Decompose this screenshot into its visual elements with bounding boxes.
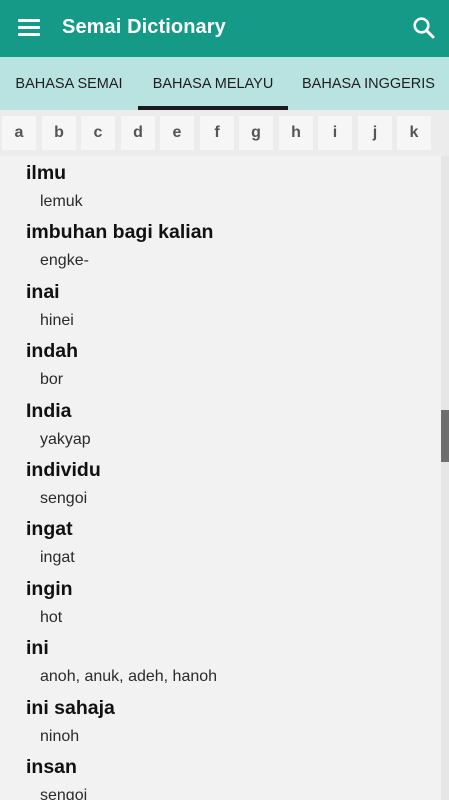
- entry-meaning: ingat: [40, 549, 75, 567]
- scrollbar-thumb[interactable]: [441, 410, 449, 462]
- entry-word: ini: [26, 637, 49, 660]
- entry-word: ingin: [26, 577, 73, 600]
- entry-meaning: sengoi: [40, 490, 88, 507]
- menu-icon[interactable]: [18, 18, 42, 38]
- letter-button-f[interactable]: f: [200, 116, 234, 150]
- app-bar: Semai Dictionary: [0, 0, 449, 57]
- list-item[interactable]: indah bor: [0, 334, 440, 393]
- letter-button-d[interactable]: d: [121, 116, 155, 150]
- entry-meaning: sengoi: [40, 787, 88, 800]
- letter-button-b[interactable]: b: [42, 116, 76, 150]
- menu-icon-line: [18, 26, 40, 29]
- dictionary-entry-list[interactable]: ilmu lemuk imbuhan bagi kalian engke- in…: [0, 156, 449, 800]
- list-item[interactable]: individu sengoi: [0, 453, 440, 512]
- tab-bahasa-inggeris[interactable]: BAHASA INGGERIS: [288, 57, 449, 110]
- letter-button-k[interactable]: k: [397, 116, 431, 150]
- letter-button-e[interactable]: e: [160, 116, 194, 150]
- list-item[interactable]: ingat ingat: [0, 512, 440, 571]
- list-item[interactable]: ilmu lemuk: [0, 156, 440, 215]
- entry-word: inai: [26, 280, 60, 303]
- search-icon[interactable]: [410, 14, 438, 42]
- language-tab-bar: BAHASA SEMAI BAHASA MELAYU BAHASA INGGER…: [0, 57, 449, 110]
- entry-word: imbuhan bagi kalian: [26, 221, 214, 244]
- letter-button-a[interactable]: a: [2, 116, 36, 150]
- list-item[interactable]: ini sahaja ninoh: [0, 691, 440, 750]
- entry-meaning: hot: [40, 608, 63, 626]
- entry-meaning: ninoh: [40, 727, 80, 745]
- letter-button-h[interactable]: h: [279, 116, 313, 150]
- letter-button-g[interactable]: g: [239, 116, 273, 150]
- entry-word: insan: [26, 756, 77, 778]
- menu-icon-line: [18, 19, 40, 22]
- entry-word: ini sahaja: [26, 696, 115, 719]
- entry-word: India: [26, 399, 72, 422]
- entry-meaning: anoh, anuk, adeh, hanoh: [40, 668, 218, 686]
- entry-meaning: hinei: [40, 311, 74, 329]
- entry-meaning: engke-: [40, 252, 89, 270]
- entry-word: ingat: [26, 518, 73, 541]
- scrollbar-track[interactable]: [441, 156, 449, 800]
- tab-bahasa-semai[interactable]: BAHASA SEMAI: [0, 57, 138, 110]
- entry-meaning: lemuk: [40, 193, 83, 210]
- letter-button-c[interactable]: c: [81, 116, 115, 150]
- list-item[interactable]: ingin hot: [0, 572, 440, 631]
- menu-icon-line: [18, 33, 40, 36]
- entry-meaning: yakyap: [40, 430, 91, 448]
- list-item[interactable]: ini anoh, anuk, adeh, hanoh: [0, 631, 440, 690]
- list-item[interactable]: inai hinei: [0, 275, 440, 334]
- entry-word: indah: [26, 340, 78, 363]
- app-title: Semai Dictionary: [62, 16, 226, 38]
- list-item[interactable]: India yakyap: [0, 394, 440, 453]
- list-item[interactable]: insan sengoi: [0, 750, 440, 800]
- letter-button-j[interactable]: j: [358, 116, 392, 150]
- alphabet-index-bar: a b c d e f g h i j k: [0, 110, 449, 156]
- tab-bahasa-melayu[interactable]: BAHASA MELAYU: [138, 57, 288, 110]
- entry-word: individu: [26, 459, 101, 481]
- entry-meaning: bor: [40, 371, 64, 389]
- entry-word: ilmu: [26, 162, 67, 184]
- letter-button-i[interactable]: i: [318, 116, 352, 150]
- list-item[interactable]: imbuhan bagi kalian engke-: [0, 215, 440, 274]
